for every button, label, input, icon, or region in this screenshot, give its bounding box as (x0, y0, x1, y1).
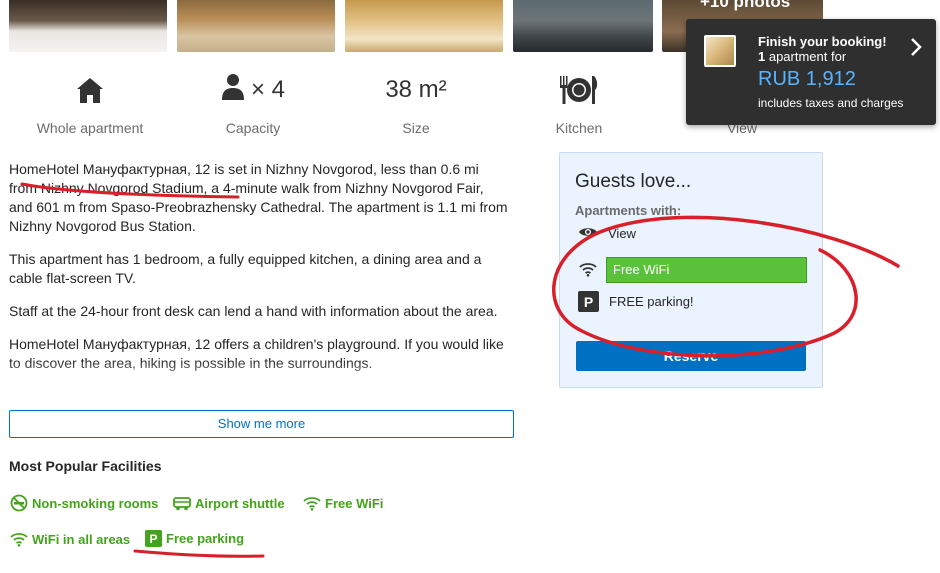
chevron-right-icon[interactable] (910, 37, 922, 63)
facility-label: Non-smoking rooms (32, 495, 159, 511)
guests-love-box: Guests love... Apartments with: View Fre… (559, 152, 823, 388)
wifi-icon (303, 494, 321, 512)
parking-icon: P (145, 530, 162, 547)
feature-label: Kitchen (555, 120, 603, 136)
popular-facilities-title: Most Popular Facilities (9, 458, 162, 474)
property-description: HomeHotel Мануфактурная, 12 is set in Ni… (9, 160, 509, 387)
guests-love-item-wifi-icon-row (578, 261, 598, 280)
facility-non-smoking: Non-smoking rooms (10, 494, 158, 512)
facility-wifi-all-areas: WiFi in all areas (10, 530, 130, 548)
booking-price: RUB 1,912 (758, 68, 856, 90)
show-more-button[interactable]: Show me more (9, 410, 514, 438)
apartment-for-text: apartment for (765, 49, 847, 64)
photo-living-room[interactable] (345, 0, 503, 52)
shuttle-icon (173, 494, 191, 512)
booking-popup-title: Finish your booking! (758, 34, 887, 49)
finish-booking-popup[interactable]: Finish your booking! 1 apartment for RUB… (686, 19, 936, 125)
guests-love-label: FREE parking! (609, 294, 694, 309)
house-icon (15, 70, 165, 110)
booking-popup-subtitle: 1 apartment for (758, 49, 846, 64)
photo-kitchen[interactable] (177, 0, 335, 52)
feature-capacity: × 4 Capacity (178, 70, 328, 136)
booking-tax-note: includes taxes and charges (758, 96, 904, 110)
no-smoking-icon (10, 494, 28, 512)
feature-label: Capacity (225, 120, 281, 136)
facility-label: Free parking (166, 531, 245, 546)
guests-love-item-parking: P FREE parking! (578, 291, 694, 312)
facility-label: WiFi in all areas (32, 531, 131, 547)
booking-thumbnail (704, 35, 736, 67)
facility-free-parking: P Free parking (145, 530, 244, 547)
description-fade (0, 360, 530, 394)
facility-free-wifi: Free WiFi (303, 494, 383, 512)
person-icon (221, 73, 245, 108)
fork-plate-knife-icon (504, 70, 654, 110)
feature-size: 38 m² Size (341, 70, 491, 136)
guests-love-label: View (608, 226, 636, 241)
photo-bedroom[interactable] (9, 0, 167, 52)
description-paragraph: Staff at the 24-hour front desk can lend… (9, 303, 498, 319)
capacity-value: × 4 (250, 76, 286, 103)
wifi-icon (10, 530, 28, 548)
feature-kitchen: Kitchen (504, 70, 654, 136)
reserve-button[interactable]: Reserve (576, 341, 806, 371)
guests-love-title: Guests love... (575, 171, 692, 192)
photo-street[interactable] (513, 0, 653, 52)
facility-airport-shuttle: Airport shuttle (173, 494, 285, 512)
description-paragraph: This apartment has 1 bedroom, a fully eq… (9, 251, 482, 286)
eye-icon (578, 225, 598, 242)
guests-love-subtitle: Apartments with: (575, 203, 682, 218)
facility-label: Airport shuttle (195, 495, 285, 511)
facility-label: Free WiFi (325, 495, 384, 511)
size-value: 38 m² (385, 76, 447, 103)
feature-whole-apartment: Whole apartment (15, 70, 165, 136)
parking-icon: P (578, 291, 599, 312)
guests-love-item-view: View (578, 225, 636, 242)
guests-love-free-wifi: Free WiFi (606, 257, 807, 283)
wifi-icon (578, 261, 598, 280)
feature-label: Whole apartment (36, 120, 144, 136)
feature-label: Size (402, 120, 430, 136)
description-paragraph: HomeHotel Мануфактурная, 12 is set in Ni… (9, 161, 508, 234)
more-photos-label[interactable]: +10 photos (700, 0, 790, 12)
